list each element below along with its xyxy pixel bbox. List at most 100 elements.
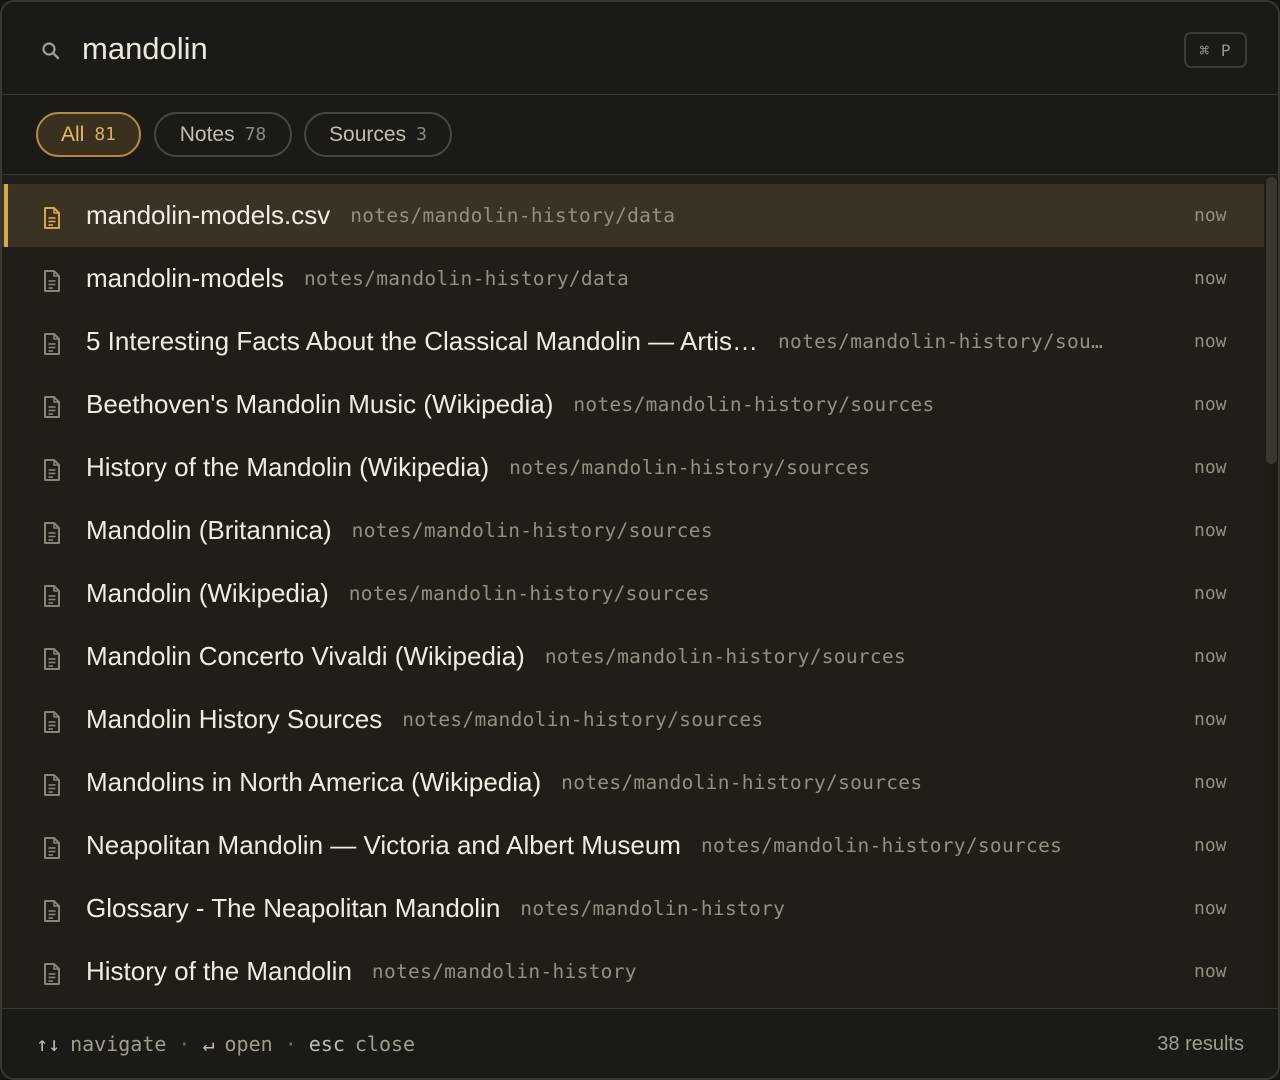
result-row[interactable]: History of the Mandolin notes/mandolin-hi… [2,940,1264,1003]
filter-chip-label: All [60,122,85,146]
navigate-hint: navigate [70,1032,167,1056]
document-icon [44,522,60,544]
result-path: notes/mandolin-history/sources [402,708,764,731]
result-main: mandolin-models notes/mandolin-history/da… [86,247,1166,310]
filter-chip-sources[interactable]: Sources 3 [304,112,452,157]
hint-separator: · [178,1032,191,1056]
result-row[interactable]: mandolin-models notes/mandolin-history/da… [2,247,1264,310]
result-path: notes/mandolin-history/sources [351,519,713,542]
filter-chip-label: Sources [329,122,407,146]
document-icon [44,585,60,607]
open-hint: open [224,1032,273,1056]
result-time: now [1194,583,1227,604]
result-row[interactable]: Beethoven's Mandolin Music (Wikipedia) no… [2,373,1264,436]
result-main: Glossary - The Neapolitan Mandolin notes/… [86,877,1166,940]
footer: ↑↓ navigate · ↵ open · esc close 38 resu… [2,1008,1278,1078]
result-path: notes/mandolin-history/data [350,204,676,227]
result-row[interactable]: Glossary - The Neapolitan Mandolin notes/… [2,877,1264,940]
result-time: now [1194,331,1227,352]
file-csv-icon [44,207,60,229]
result-time: now [1194,268,1227,289]
result-main: Mandolin (Britannica) notes/mandolin-hist… [86,499,1166,562]
result-title: Beethoven's Mandolin Music (Wikipedia) [86,389,554,419]
filter-chip-all[interactable]: All 81 [36,112,141,157]
result-title: Mandolin Concerto Vivaldi (Wikipedia) [86,641,525,671]
result-row[interactable]: Mandolin History Sources notes/mandolin-h… [2,688,1264,751]
result-main: Mandolins in North America (Wikipedia) no… [86,751,1166,814]
result-row[interactable]: Mandolin (Wikipedia) notes/mandolin-histo… [2,562,1264,625]
document-icon [44,459,60,481]
result-path: notes/mandolin-history/sources [348,582,710,605]
result-main: Mandolin (Wikipedia) notes/mandolin-histo… [86,562,1166,625]
result-path: notes/mandolin-history/sources [561,771,923,794]
result-title: History of the Mandolin (Wikipedia) [86,452,490,482]
result-time: now [1194,520,1227,541]
keyboard-hints: ↑↓ navigate · ↵ open · esc close [36,1009,416,1078]
result-row[interactable]: 5 Interesting Facts About the Classical … [2,310,1264,373]
result-row[interactable]: History of the Mandolin (Wikipedia) notes… [2,436,1264,499]
result-count: 38 results [1157,1032,1244,1055]
result-main: History of the Mandolin (Wikipedia) notes… [86,436,1166,499]
scrollbar-thumb[interactable] [1266,177,1277,464]
result-main: Neapolitan Mandolin — Victoria and Alber… [86,814,1166,877]
hint-separator: · [284,1032,297,1056]
result-main: 5 Interesting Facts About the Classical … [86,310,1166,373]
result-title: 5 Interesting Facts About the Classical … [86,326,758,356]
shortcut-hint: ⌘ P [1184,32,1247,68]
filter-chip-count: 78 [244,124,267,145]
result-path: notes/mandolin-history/data [303,267,630,290]
result-title: Mandolin History Sources [86,704,383,734]
result-title: Mandolins in North America (Wikipedia) [86,767,542,797]
document-icon [44,837,60,859]
document-icon [44,333,60,355]
result-path: notes/mandolin-history/sources [700,834,1063,857]
search-input[interactable] [82,24,982,74]
result-time: now [1194,205,1227,226]
result-time: now [1194,646,1227,667]
result-title: Mandolin (Britannica) [86,515,332,545]
result-time: now [1194,772,1227,793]
result-row[interactable]: Mandolin Concerto Vivaldi (Wikipedia) not… [2,625,1264,688]
filter-chip-notes[interactable]: Notes 78 [154,112,292,157]
result-main: Mandolin History Sources notes/mandolin-h… [86,688,1166,751]
search-bar: ⌘ P [2,2,1278,95]
filter-chip-count: 81 [94,124,117,145]
document-icon [44,711,60,733]
result-title: Mandolin (Wikipedia) [86,578,329,608]
result-main: mandolin-models.csv notes/mandolin-histor… [86,184,1166,247]
result-time: now [1194,961,1227,982]
result-path: notes/mandolin-history [520,897,786,920]
result-time: now [1194,709,1227,730]
document-icon [44,648,60,670]
results-list: mandolin-models.csv notes/mandolin-histor… [2,177,1264,1010]
document-icon [44,900,60,922]
open-key: ↵ [202,1032,215,1056]
result-title: Neapolitan Mandolin — Victoria and Alber… [86,830,681,860]
document-icon [44,396,60,418]
result-title: mandolin-models [86,263,284,293]
result-row[interactable]: mandolin-models.csv notes/mandolin-histor… [2,184,1264,247]
result-title: mandolin-models.csv [86,200,331,230]
document-icon [44,270,60,292]
filter-bar: All 81 Notes 78 Sources 3 [2,95,1278,175]
result-time: now [1194,457,1227,478]
result-row[interactable]: Neapolitan Mandolin — Victoria and Alber… [2,814,1264,877]
close-key: esc [308,1032,345,1056]
result-main: Mandolin Concerto Vivaldi (Wikipedia) not… [86,625,1166,688]
result-main: Beethoven's Mandolin Music (Wikipedia) no… [86,373,1166,436]
scrollbar[interactable] [1265,177,1278,1010]
result-path: notes/mandolin-history/sou… [777,330,1104,353]
result-path: notes/mandolin-history [371,960,637,983]
result-time: now [1194,835,1227,856]
result-row[interactable]: Mandolin (Britannica) notes/mandolin-hist… [2,499,1264,562]
filter-chip-count: 3 [416,124,427,145]
result-path: notes/mandolin-history/sources [573,393,935,416]
command-palette: ⌘ P All 81 Notes 78 Sources 3 mandolin-m… [0,0,1280,1080]
close-hint: close [354,1032,416,1056]
result-main: History of the Mandolin notes/mandolin-hi… [86,940,1166,1003]
result-title: Glossary - The Neapolitan Mandolin [86,893,501,923]
navigate-key: ↑↓ [36,1032,61,1056]
filter-chip-label: Notes [179,122,235,146]
result-time: now [1194,394,1227,415]
result-row[interactable]: Mandolins in North America (Wikipedia) no… [2,751,1264,814]
